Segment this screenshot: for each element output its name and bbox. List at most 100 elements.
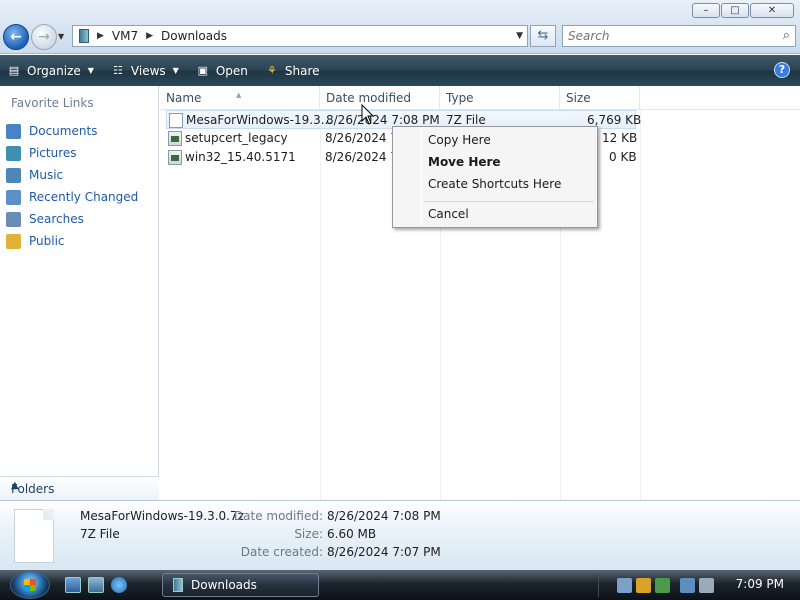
column-header-name[interactable]: Name ▲ bbox=[160, 86, 320, 110]
tray-status-icon[interactable] bbox=[655, 577, 670, 593]
title-bar: – □ ✕ ← → ▼ ▶ VM7 ▶ Downloads ▼ ⇆ ⌕ bbox=[0, 0, 800, 54]
show-desktop-icon[interactable] bbox=[65, 577, 81, 593]
menu-item-cancel[interactable]: Cancel bbox=[428, 207, 469, 221]
sidebar-item-recently-changed[interactable]: Recently Changed bbox=[6, 186, 138, 208]
refresh-icon: ⇆ bbox=[537, 28, 549, 43]
favorite-links-list: Documents Pictures Music Recently Change… bbox=[6, 120, 138, 252]
window-controls: – □ ✕ bbox=[692, 3, 794, 18]
music-icon bbox=[6, 167, 21, 183]
sidebar-item-documents[interactable]: Documents bbox=[6, 120, 138, 142]
arrow-left-icon: ← bbox=[10, 29, 22, 45]
menu-item-copy-here[interactable]: Copy Here bbox=[428, 133, 491, 147]
file-name: MesaForWindows-19.3... bbox=[186, 113, 333, 127]
details-filetype: 7Z File bbox=[80, 527, 120, 541]
organize-button[interactable]: ▤ Organize ▼ bbox=[6, 64, 94, 78]
search-input[interactable] bbox=[563, 26, 763, 46]
security-shield-icon[interactable] bbox=[636, 577, 651, 593]
folder-icon bbox=[173, 578, 183, 592]
chevron-right-icon[interactable]: ▶ bbox=[146, 31, 153, 41]
breadcrumb-downloads[interactable]: Downloads bbox=[161, 29, 227, 43]
arrow-right-icon: → bbox=[38, 29, 50, 45]
column-header-type[interactable]: Type bbox=[440, 86, 560, 110]
folders-toggle[interactable]: Folders ▲ bbox=[0, 476, 159, 500]
sidebar-item-music[interactable]: Music bbox=[6, 164, 138, 186]
search-icon[interactable]: ⌕ bbox=[783, 28, 790, 43]
menu-gutter bbox=[421, 129, 422, 225]
sidebar-item-pictures[interactable]: Pictures bbox=[6, 142, 138, 164]
address-dropdown-icon[interactable]: ▼ bbox=[516, 31, 523, 41]
menu-item-move-here[interactable]: Move Here bbox=[428, 155, 501, 169]
favorite-links-title: Favorite Links bbox=[11, 96, 94, 110]
application-icon bbox=[168, 131, 182, 146]
menu-separator bbox=[424, 201, 594, 202]
sidebar-item-searches[interactable]: Searches bbox=[6, 208, 138, 230]
context-menu: Copy Here Move Here Create Shortcuts Her… bbox=[392, 126, 598, 228]
forward-button[interactable]: → bbox=[31, 24, 57, 50]
taskbar-button-label: Downloads bbox=[191, 578, 257, 592]
back-button[interactable]: ← bbox=[3, 24, 29, 50]
start-button[interactable] bbox=[10, 571, 50, 599]
views-label: Views bbox=[130, 63, 166, 78]
address-bar[interactable]: ▶ VM7 ▶ Downloads ▼ bbox=[72, 25, 528, 47]
open-button[interactable]: ▣ Open bbox=[195, 64, 248, 78]
column-header-date[interactable]: Date modified bbox=[320, 86, 440, 110]
details-pane: MesaForWindows-19.3.0.7z 7Z File Date mo… bbox=[0, 500, 800, 570]
date-created-value: 8/26/2024 7:07 PM bbox=[327, 545, 441, 559]
column-header-size[interactable]: Size bbox=[560, 86, 640, 110]
views-button[interactable]: ☷ Views ▼ bbox=[110, 64, 179, 78]
switch-windows-icon[interactable] bbox=[88, 577, 104, 593]
file-preview-icon bbox=[14, 509, 54, 563]
file-name: setupcert_legacy bbox=[185, 131, 288, 145]
sidebar-item-label: Public bbox=[29, 234, 65, 248]
size-value: 6.60 MB bbox=[327, 527, 377, 541]
chevron-right-icon[interactable]: ▶ bbox=[97, 31, 104, 41]
share-button[interactable]: ⚘ Share bbox=[264, 64, 320, 78]
close-button[interactable]: ✕ bbox=[750, 3, 794, 18]
chevron-down-icon: ▼ bbox=[172, 66, 179, 75]
recent-pages-dropdown[interactable]: ▼ bbox=[58, 32, 64, 41]
details-filename: MesaForWindows-19.3.0.7z bbox=[80, 509, 244, 523]
folder-icon bbox=[6, 233, 21, 249]
organize-label: Organize bbox=[27, 63, 81, 78]
minimize-button[interactable]: – bbox=[692, 3, 720, 18]
file-name: win32_15.40.5171 bbox=[185, 150, 296, 164]
searches-icon bbox=[6, 211, 21, 227]
column-header-label: Size bbox=[566, 91, 591, 105]
chevron-down-icon: ▼ bbox=[87, 66, 94, 75]
navigation-pane: Favorite Links Documents Pictures Music … bbox=[0, 86, 159, 500]
column-header-label: Type bbox=[446, 91, 474, 105]
organize-icon: ▤ bbox=[8, 63, 20, 77]
network-icon[interactable] bbox=[680, 577, 695, 593]
taskbar: Downloads 7:09 PM bbox=[0, 570, 800, 600]
internet-explorer-icon[interactable] bbox=[111, 577, 127, 593]
open-label: Open bbox=[215, 63, 248, 78]
chevron-up-icon: ▲ bbox=[11, 480, 19, 491]
file-size: 12 KB bbox=[602, 131, 638, 145]
sidebar-item-label: Searches bbox=[29, 212, 84, 226]
size-label: Size: bbox=[294, 527, 323, 541]
search-box[interactable]: ⌕ bbox=[562, 25, 796, 47]
help-button[interactable]: ? bbox=[774, 62, 790, 78]
share-icon: ⚘ bbox=[266, 63, 277, 77]
sidebar-item-public[interactable]: Public bbox=[6, 230, 138, 252]
date-modified-value: 8/26/2024 7:08 PM bbox=[327, 509, 441, 523]
pictures-icon bbox=[6, 145, 21, 161]
file-icon bbox=[169, 113, 183, 128]
sidebar-item-label: Music bbox=[29, 168, 64, 182]
recently-changed-icon bbox=[6, 189, 21, 205]
volume-muted-icon[interactable] bbox=[699, 577, 714, 593]
tray-app-icon[interactable] bbox=[617, 577, 632, 593]
menu-item-create-shortcuts-here[interactable]: Create Shortcuts Here bbox=[428, 177, 561, 191]
share-label: Share bbox=[284, 63, 320, 78]
taskbar-button-downloads[interactable]: Downloads bbox=[162, 573, 319, 597]
clock[interactable]: 7:09 PM bbox=[736, 577, 784, 591]
column-header-row: Name ▲ Date modified Type Size bbox=[160, 86, 800, 110]
breadcrumb-vm7[interactable]: VM7 bbox=[112, 29, 138, 43]
refresh-button[interactable]: ⇆ bbox=[530, 25, 556, 47]
file-size: 0 KB bbox=[609, 150, 637, 164]
folder-icon bbox=[79, 29, 89, 43]
open-icon: ▣ bbox=[197, 63, 209, 77]
date-modified-label: Date modified: bbox=[233, 509, 323, 523]
maximize-button[interactable]: □ bbox=[721, 3, 749, 18]
application-icon bbox=[168, 150, 182, 165]
